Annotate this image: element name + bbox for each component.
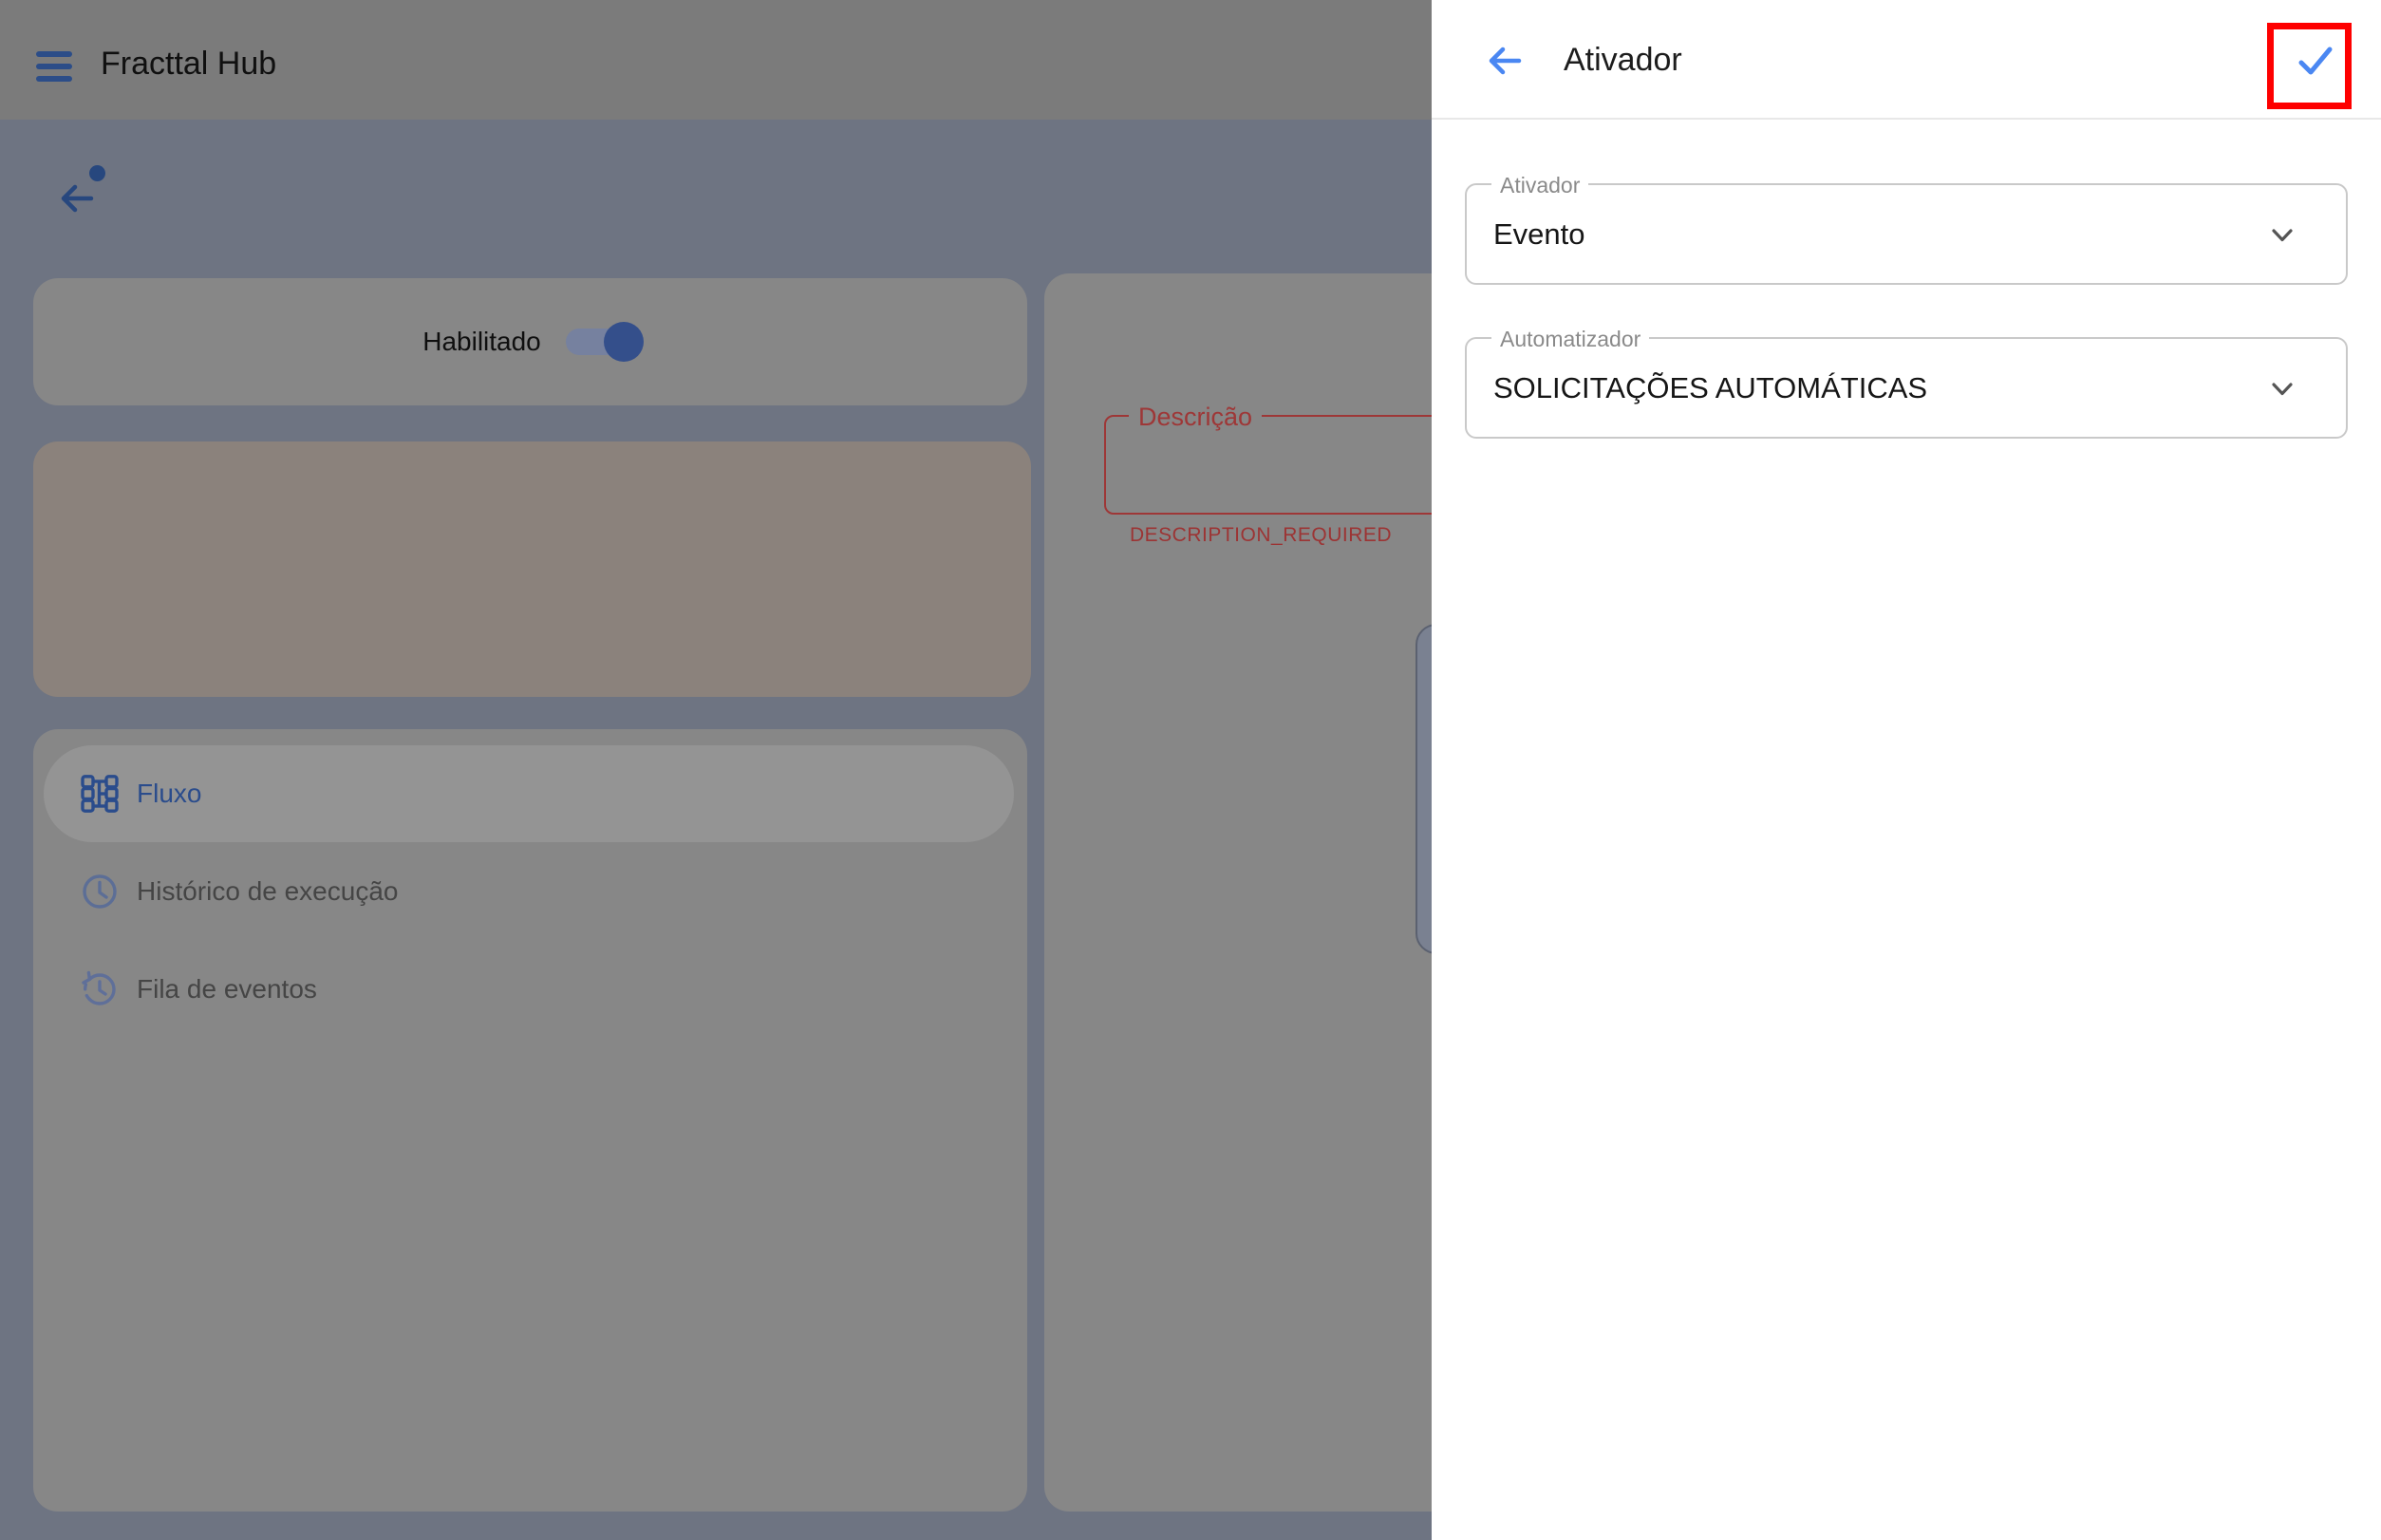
chevron-down-icon [2272,383,2293,396]
alert-card: Dados solicitados A descrição não pode e… [33,441,1031,697]
app-title: Fracttal Hub [101,46,276,83]
menu-item-label: Fila de eventos [137,974,317,1005]
menu-item-label: Fluxo [137,779,201,809]
menu-hamburger-icon[interactable] [35,49,73,84]
description-label: Descrição [1129,403,1262,432]
automatizador-select-value: SOLICITAÇÕES AUTOMÁTICAS [1493,339,1927,437]
menu-item-label: Histórico de execução [137,876,398,907]
panel-back-arrow-icon[interactable] [1483,39,1527,83]
side-panel: Ativador Ativador Evento Automatizador S… [1432,0,2381,1540]
menu-card: Fluxo Histórico de execução Fila de even… [33,729,1027,1512]
automatizador-select[interactable]: Automatizador SOLICITAÇÕES AUTOMÁTICAS [1465,337,2348,439]
enabled-label: Habilitado [422,327,541,357]
ativador-select-value: Evento [1493,185,1585,283]
description-error-text: DESCRIPTION_REQUIRED [1130,524,1392,547]
history-icon [81,970,119,1008]
back-arrow-icon[interactable] [55,177,99,220]
enabled-toggle[interactable] [566,329,638,355]
app-screen: Fracttal Hub Habilitado Dados solicitado… [0,0,2381,1540]
toggle-thumb [604,322,644,362]
ativador-select[interactable]: Ativador Evento [1465,183,2348,285]
workflow-icon [81,775,119,813]
notification-dot [89,165,105,181]
enabled-card: Habilitado [33,278,1027,405]
side-panel-header: Ativador [1432,0,2381,120]
menu-item-fila[interactable]: Fila de eventos [81,968,317,1010]
chevron-down-icon [2272,229,2293,242]
menu-item-historico[interactable]: Histórico de execução [81,871,398,912]
menu-item-fluxo[interactable]: Fluxo [81,773,201,815]
panel-title: Ativador [1564,42,1682,79]
annotation-highlight-box [2267,23,2352,109]
clock-icon [81,873,119,911]
